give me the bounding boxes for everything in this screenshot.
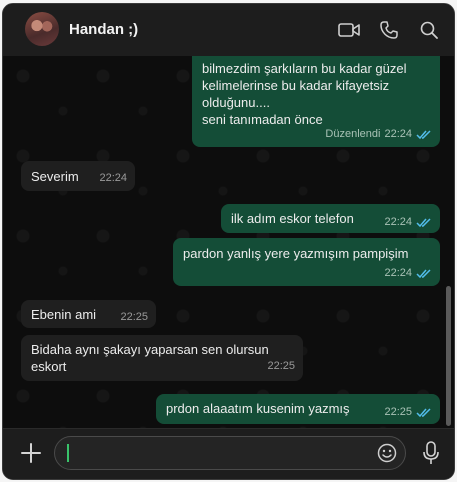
edited-label: Düzenlendi [325, 128, 381, 140]
scrollbar[interactable] [446, 286, 451, 426]
message-text: bilmezdim şarkıların bu kadar güzel [202, 61, 407, 76]
phone-icon[interactable] [377, 18, 401, 42]
message-time: 22:24 [99, 172, 127, 184]
read-check-icon [416, 268, 431, 278]
message-meta: 22:25 [384, 404, 432, 421]
message-meta: Düzenlendi 22:24 [325, 126, 432, 143]
video-call-icon[interactable] [337, 18, 361, 42]
contact-name[interactable]: Handan ;) [69, 21, 138, 38]
message-list[interactable]: bilmezdim şarkıların bu kadar güzel keli… [3, 56, 454, 429]
read-check-icon [416, 129, 431, 139]
avatar[interactable] [25, 12, 59, 46]
message-time: 22:24 [384, 128, 412, 140]
message-text: kelimelerinse bu kadar kifayetsiz [202, 78, 390, 93]
text-caret [67, 444, 69, 462]
message-time: 22:25 [267, 360, 295, 372]
read-check-icon [416, 217, 431, 227]
chat-window: Handan ;) bilmezdim şarkıların bu kadar … [2, 3, 455, 480]
message-text: pardon yanlış yere yazmışım pampişim [183, 246, 409, 261]
message-time: 22:25 [120, 311, 148, 323]
message-text: Severim [31, 169, 79, 184]
composer-bar [3, 428, 454, 479]
read-check-icon [416, 407, 431, 417]
microphone-icon[interactable] [421, 440, 441, 466]
message-bubble-outgoing[interactable]: ilk adım eskor telefon 22:24 [221, 204, 440, 233]
message-bubble-incoming[interactable]: Ebenin ami 22:25 [21, 300, 156, 328]
message-text: olduğunu.... [202, 95, 270, 110]
message-input-field[interactable] [54, 436, 406, 471]
message-bubble-outgoing[interactable]: pardon yanlış yere yazmışım pampişim 22:… [173, 238, 440, 286]
message-text: Bidaha aynı şakayı yaparsan sen olursun [31, 342, 269, 357]
chat-header: Handan ;) [3, 4, 454, 57]
message-time: 22:25 [384, 406, 412, 418]
message-text: Ebenin ami [31, 307, 97, 322]
message-bubble-outgoing[interactable]: prdon alaaatım kusenim yazmış 22:25 [156, 394, 440, 424]
message-bubble-incoming[interactable]: Bidaha aynı şakayı yaparsan sen olursun … [21, 335, 303, 381]
search-icon[interactable] [417, 18, 441, 42]
message-bubble-outgoing[interactable]: bilmezdim şarkıların bu kadar güzel keli… [192, 56, 440, 147]
emoji-icon[interactable] [377, 443, 397, 463]
message-time: 22:24 [384, 267, 412, 279]
message-text: prdon alaaatım kusenim yazmış [166, 401, 350, 416]
plus-icon[interactable] [19, 441, 43, 465]
message-meta: 22:24 [384, 265, 432, 282]
message-text: eskort [31, 359, 67, 374]
message-meta: 22:24 [384, 214, 432, 231]
message-bubble-incoming[interactable]: Severim 22:24 [21, 161, 135, 191]
message-input[interactable] [73, 437, 367, 471]
message-time: 22:24 [384, 216, 412, 228]
message-text: ilk adım eskor telefon [231, 211, 354, 226]
